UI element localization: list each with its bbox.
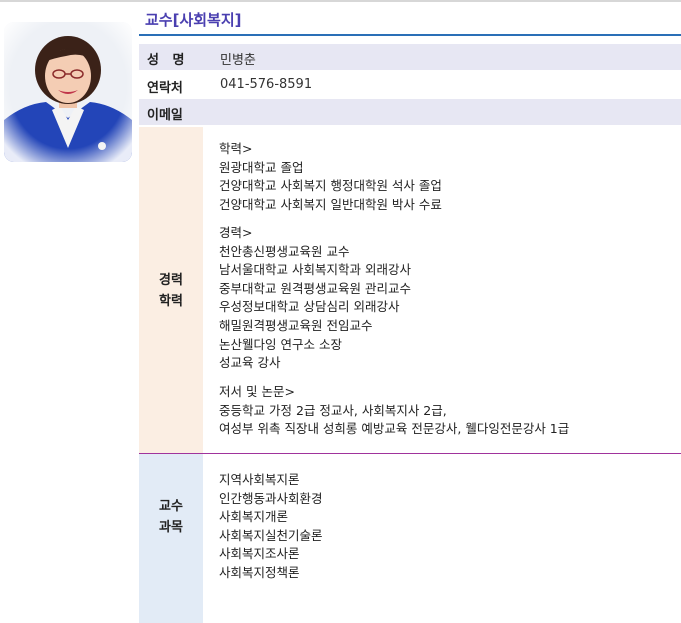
courses-label-line1: 교수 <box>159 499 183 514</box>
experience-item: 논산웰다잉 연구소 소장 <box>219 336 342 352</box>
career-label-line1: 경력 <box>159 273 183 288</box>
course-item: 사회복지실천기술론 <box>219 527 323 543</box>
experience-item: 해밀원격평생교육원 전임교수 <box>219 317 373 333</box>
profile-photo <box>4 22 132 162</box>
experience-item: 우성정보대학교 상담심리 외래강사 <box>219 299 400 315</box>
experience-header: 경력> <box>219 225 253 240</box>
courses-section: 교수 과목 지역사회복지론 인간행동과사회환경 사회복지개론 사회복지실천기술론… <box>139 454 681 623</box>
courses-side-label: 교수 과목 <box>139 496 203 538</box>
education-item: 건양대학교 사회복지 행정대학원 석사 졸업 <box>219 178 442 194</box>
career-side-label: 경력 학력 <box>139 270 203 312</box>
career-section: 경력 학력 학력> 원광대학교 졸업 건양대학교 사회복지 행정대학원 석사 졸… <box>139 127 681 453</box>
education-item: 원광대학교 졸업 <box>219 159 304 175</box>
page-title: 교수[사회복지] <box>145 11 242 29</box>
course-item: 사회복지조사론 <box>219 546 300 562</box>
course-item: 사회복지개론 <box>219 509 289 525</box>
courses-label-line2: 과목 <box>159 520 183 535</box>
career-label-line2: 학력 <box>159 294 183 309</box>
name-value: 민병춘 <box>220 53 256 68</box>
education-header: 학력> <box>219 141 253 156</box>
publications-item: 여성부 위촉 직장내 성희롱 예방교육 전문강사, 웰다잉전문강사 1급 <box>219 421 570 437</box>
courses-list: 지역사회복지론 인간행동과사회환경 사회복지개론 사회복지실천기술론 사회복지조… <box>219 471 323 583</box>
title-rule <box>139 34 681 36</box>
phone-value: 041-576-8591 <box>220 77 313 92</box>
course-item: 인간행동과사회환경 <box>219 490 323 506</box>
education-block: 학력> 원광대학교 졸업 건양대학교 사회복지 행정대학원 석사 졸업 건양대학… <box>219 140 442 214</box>
experience-item: 성교육 강사 <box>219 355 281 371</box>
publications-block: 저서 및 논문> 중등학교 가정 2급 정교사, 사회복지사 2급, 여성부 위… <box>219 383 569 439</box>
top-border <box>0 0 681 2</box>
experience-item: 남서울대학교 사회복지학과 외래강사 <box>219 262 411 278</box>
phone-row: 연락처 041-576-8591 <box>139 72 681 98</box>
email-label: 이메일 <box>147 108 183 123</box>
experience-item: 중부대학교 원격평생교육원 관리교수 <box>219 280 411 296</box>
name-row: 성 명 민병춘 <box>139 44 681 70</box>
education-item: 건양대학교 사회복지 일반대학원 박사 수료 <box>219 196 442 212</box>
course-item: 사회복지정책론 <box>219 564 300 580</box>
name-label: 성 명 <box>147 53 185 68</box>
courses-side-cell: 교수 과목 <box>139 454 203 623</box>
phone-label: 연락처 <box>147 81 183 96</box>
career-side-cell: 경력 학력 <box>139 127 203 453</box>
experience-item: 천안총신평생교육원 교수 <box>219 243 350 259</box>
publications-header: 저서 및 논문> <box>219 384 295 399</box>
email-row: 이메일 <box>139 99 681 125</box>
experience-block: 경력> 천안총신평생교육원 교수 남서울대학교 사회복지학과 외래강사 중부대학… <box>219 224 411 373</box>
course-item: 지역사회복지론 <box>219 472 300 487</box>
publications-item: 중등학교 가정 2급 정교사, 사회복지사 2급, <box>219 402 447 418</box>
